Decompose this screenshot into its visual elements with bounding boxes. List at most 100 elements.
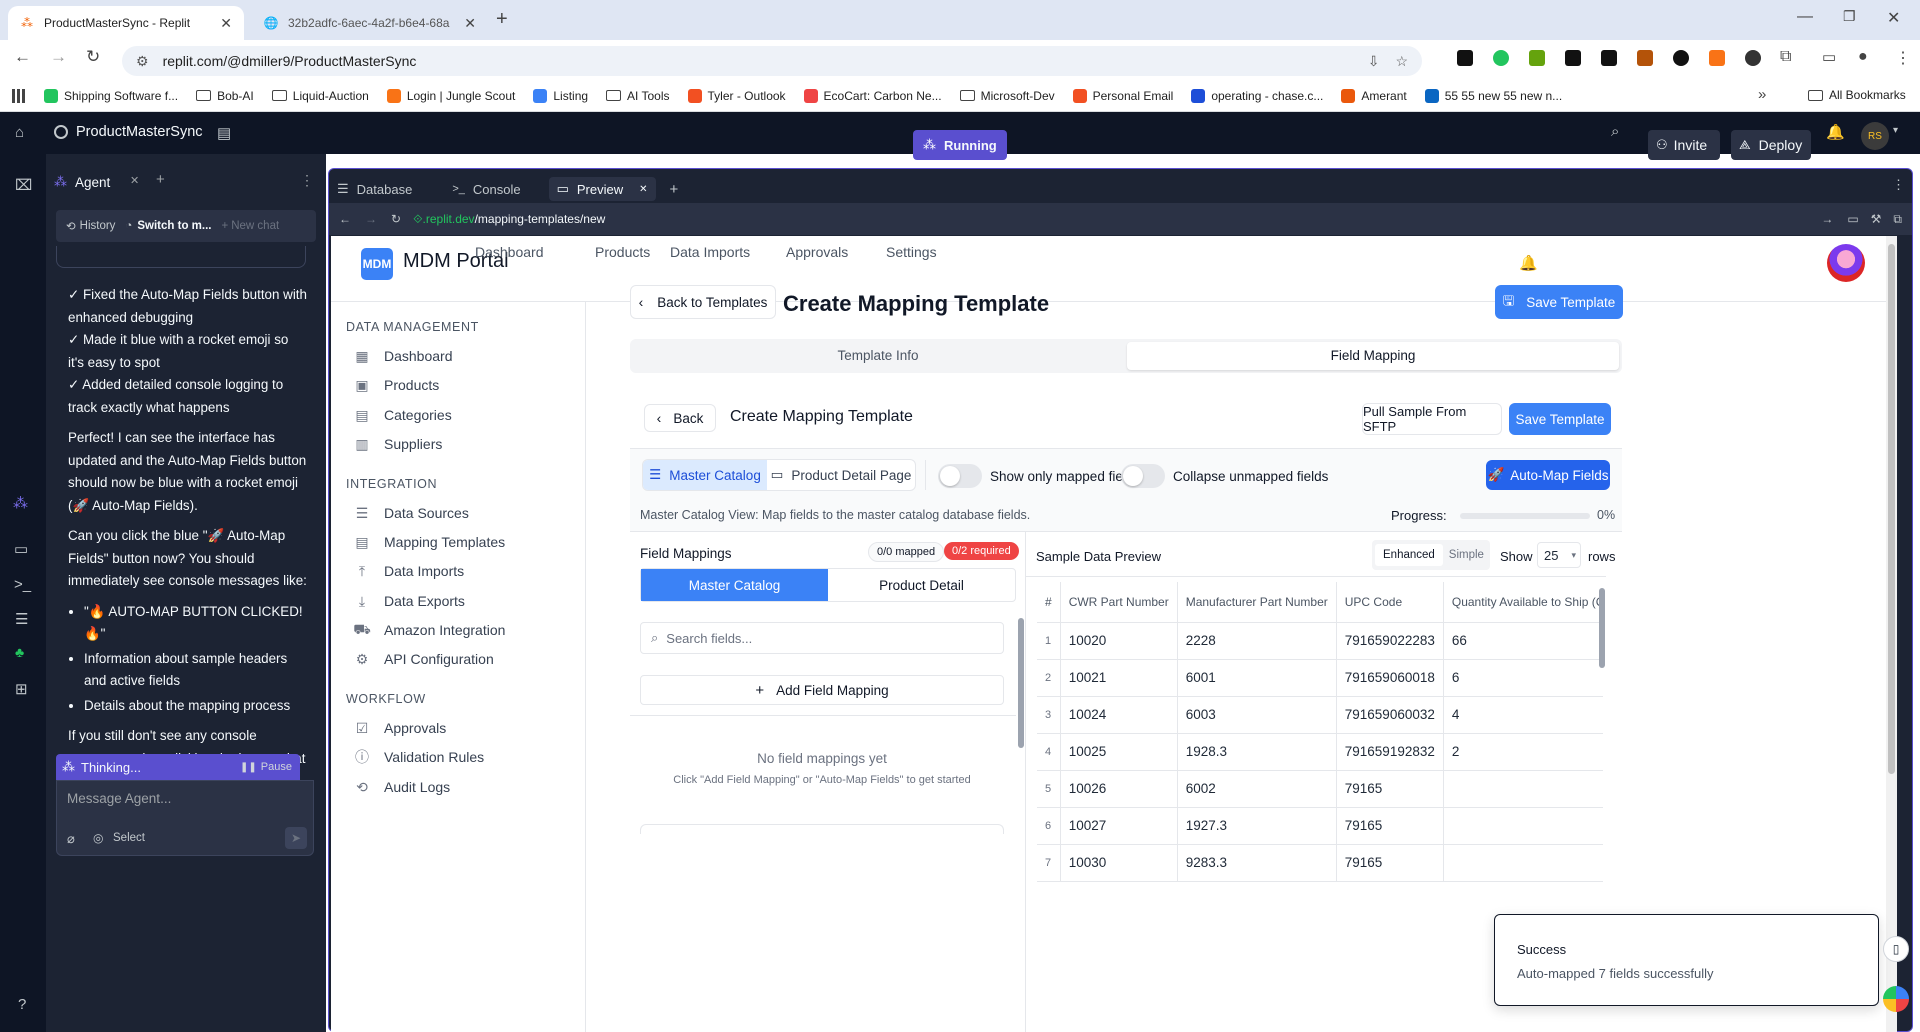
running-status[interactable]: ⁂ Running <box>913 130 1007 160</box>
enhanced-mode-button[interactable]: Enhanced <box>1375 544 1443 566</box>
bookmark-item[interactable]: Microsoft-Dev <box>959 89 1055 103</box>
collapse-unmapped-toggle[interactable] <box>1121 464 1165 488</box>
table-header-cell[interactable]: Quantity Available to Ship (Combined) <box>1443 582 1603 623</box>
mapping-tab-master-catalog[interactable]: Master Catalog <box>641 569 828 601</box>
bookmark-item[interactable]: Login | Jungle Scout <box>386 88 515 103</box>
table-header-cell[interactable]: UPC Code <box>1336 582 1444 623</box>
secrets-icon[interactable]: ♣ <box>15 644 24 660</box>
back-button[interactable]: ‹ Back <box>644 404 716 432</box>
simple-mode-button[interactable]: Simple <box>1449 549 1484 561</box>
browser-tab[interactable]: 🌐 32b2adfc-6aec-4a2f-b6e4-68a ✕ <box>252 6 488 40</box>
pull-sample-button[interactable]: Pull Sample From SFTP <box>1362 403 1502 435</box>
save-template-button-inner[interactable]: Save Template <box>1509 403 1611 435</box>
preview-url-path[interactable]: /mapping-templates/new <box>475 212 606 226</box>
table-header-cell[interactable]: Manufacturer Part Number <box>1177 582 1337 623</box>
bookmark-item[interactable]: EcoCart: Carbon Ne... <box>803 88 942 103</box>
back-to-templates-button[interactable]: ‹ Back to Templates <box>630 285 776 319</box>
send-icon[interactable]: ➤ <box>285 827 307 849</box>
sidebar-item-products[interactable]: ▣ Products <box>354 377 439 394</box>
invite-button[interactable]: ⚇ Invite <box>1648 130 1720 160</box>
mapping-tab-product-detail[interactable]: Product Detail <box>828 569 1015 601</box>
new-tab-icon[interactable]: + <box>496 8 508 31</box>
chevron-down-icon[interactable]: ▾ <box>1893 125 1898 136</box>
sidebar-item-validation-rules[interactable]: ⓘ Validation Rules <box>354 749 484 765</box>
console-icon[interactable]: >_ <box>14 576 31 593</box>
bookmark-item[interactable]: Shipping Software f... <box>44 88 178 103</box>
select-icon[interactable]: ◎ <box>93 831 103 845</box>
extension-icon[interactable] <box>1673 50 1689 66</box>
tab-search-icon[interactable]: ▭ <box>1822 48 1836 66</box>
add-tab-icon[interactable]: + <box>156 171 165 188</box>
bell-icon[interactable]: 🔔 <box>1519 254 1538 272</box>
sidebar-item-amazon-integration[interactable]: ⛟ Amazon Integration <box>353 621 505 639</box>
open-arrow-icon[interactable]: → <box>1821 212 1833 226</box>
extension-icon[interactable] <box>1565 50 1581 66</box>
bookmark-item[interactable]: 55 55 new 55 new n... <box>1424 88 1562 103</box>
nav-settings[interactable]: Settings <box>886 244 937 260</box>
agent-tab[interactable]: ⁂ Agent <box>54 174 110 190</box>
pane-menu-icon[interactable]: ⋮ <box>1892 177 1905 193</box>
close-tab-icon[interactable]: ✕ <box>639 184 647 195</box>
sidebar-item-categories[interactable]: ▤ Categories <box>354 407 451 424</box>
deploy-button[interactable]: ⟁ Deploy <box>1731 130 1811 160</box>
forward-arrow-icon[interactable]: → <box>365 212 377 226</box>
side-panel-icon[interactable]: ▯ <box>1883 936 1909 962</box>
search-fields-input[interactable]: ⌕ Search fields... <box>640 622 1004 654</box>
site-info-icon[interactable]: ⚙ <box>136 53 149 70</box>
database-icon[interactable]: ☰ <box>15 610 28 628</box>
restore-icon[interactable]: ❐ <box>1843 8 1856 25</box>
nav-products[interactable]: Products <box>595 244 650 260</box>
save-template-button[interactable]: 🖫 Save Template <box>1495 285 1623 319</box>
pause-button[interactable]: Pause <box>261 761 292 773</box>
user-avatar[interactable] <box>1827 244 1865 282</box>
bookmark-item[interactable]: Liquid-Auction <box>271 89 369 103</box>
assistant-icon[interactable] <box>1883 986 1909 1012</box>
agent-icon[interactable]: ⁂ <box>13 494 28 512</box>
bookmark-item[interactable]: AI Tools <box>606 89 670 103</box>
view-product-detail-page[interactable]: ▭ Product Detail Page <box>767 460 915 490</box>
auto-map-fields-button[interactable]: 🚀 Auto-Map Fields <box>1486 460 1610 490</box>
extension-icon[interactable] <box>1709 50 1725 66</box>
all-tools-icon[interactable]: ⊞ <box>15 680 28 698</box>
puzzle-icon[interactable]: ⧉ <box>1780 48 1791 66</box>
devtools-icon[interactable]: ⚒ <box>1871 212 1882 226</box>
help-icon[interactable]: ? <box>18 996 26 1013</box>
reload-icon[interactable]: ↻ <box>391 212 401 226</box>
forward-arrow-icon[interactable]: → <box>50 47 67 67</box>
show-only-mapped-toggle[interactable] <box>938 464 982 488</box>
extension-icon[interactable] <box>1493 50 1509 66</box>
external-link-icon[interactable]: ⧉ <box>1893 212 1902 227</box>
project-name[interactable]: ProductMasterSync <box>76 124 203 140</box>
extension-icon[interactable] <box>1745 50 1761 66</box>
extension-icon[interactable] <box>1637 50 1653 66</box>
extension-icon[interactable] <box>1529 50 1545 66</box>
back-arrow-icon[interactable]: ← <box>339 212 351 226</box>
bookmark-item[interactable]: Listing <box>533 88 588 103</box>
url-bar[interactable]: ⚙ replit.com/@dmiller9/ProductMasterSync… <box>122 46 1422 76</box>
nav-approvals[interactable]: Approvals <box>786 244 848 260</box>
close-tab-icon[interactable]: ✕ <box>130 174 139 187</box>
sidebar-item-data-sources[interactable]: ☰ Data Sources <box>354 505 469 522</box>
apps-grid-icon[interactable] <box>12 88 26 103</box>
project-settings-icon[interactable]: ▤ <box>217 124 231 142</box>
extension-icon[interactable] <box>1457 50 1473 66</box>
preview-url-domain[interactable]: .replit.dev <box>423 212 475 226</box>
user-avatar[interactable]: RS <box>1861 122 1889 150</box>
attach-icon[interactable]: ⌀ <box>67 831 75 847</box>
devices-icon[interactable]: ▭ <box>1847 212 1858 226</box>
bookmark-star-icon[interactable]: ☆ <box>1395 53 1408 70</box>
close-window-icon[interactable]: ✕ <box>1887 8 1900 28</box>
search-icon[interactable]: ⌕ <box>1611 123 1619 140</box>
add-tab-icon[interactable]: + <box>670 181 679 198</box>
files-icon[interactable]: ⌧ <box>15 176 32 194</box>
add-field-mapping-button[interactable]: + Add Field Mapping <box>640 675 1004 705</box>
sidebar-item-approvals[interactable]: ☑ Approvals <box>354 720 447 737</box>
page-scrollbar-thumb[interactable] <box>1888 244 1895 774</box>
bookmark-item[interactable]: Tyler - Outlook <box>687 88 786 103</box>
tab-field-mapping[interactable]: Field Mapping <box>1127 342 1619 370</box>
home-icon[interactable]: ⌂ <box>15 124 24 141</box>
history-button[interactable]: History <box>80 220 116 232</box>
install-icon[interactable]: ⇩ <box>1368 53 1380 70</box>
tab-console[interactable]: Console <box>473 182 521 197</box>
switch-mode-button[interactable]: Switch to m... <box>137 220 211 232</box>
